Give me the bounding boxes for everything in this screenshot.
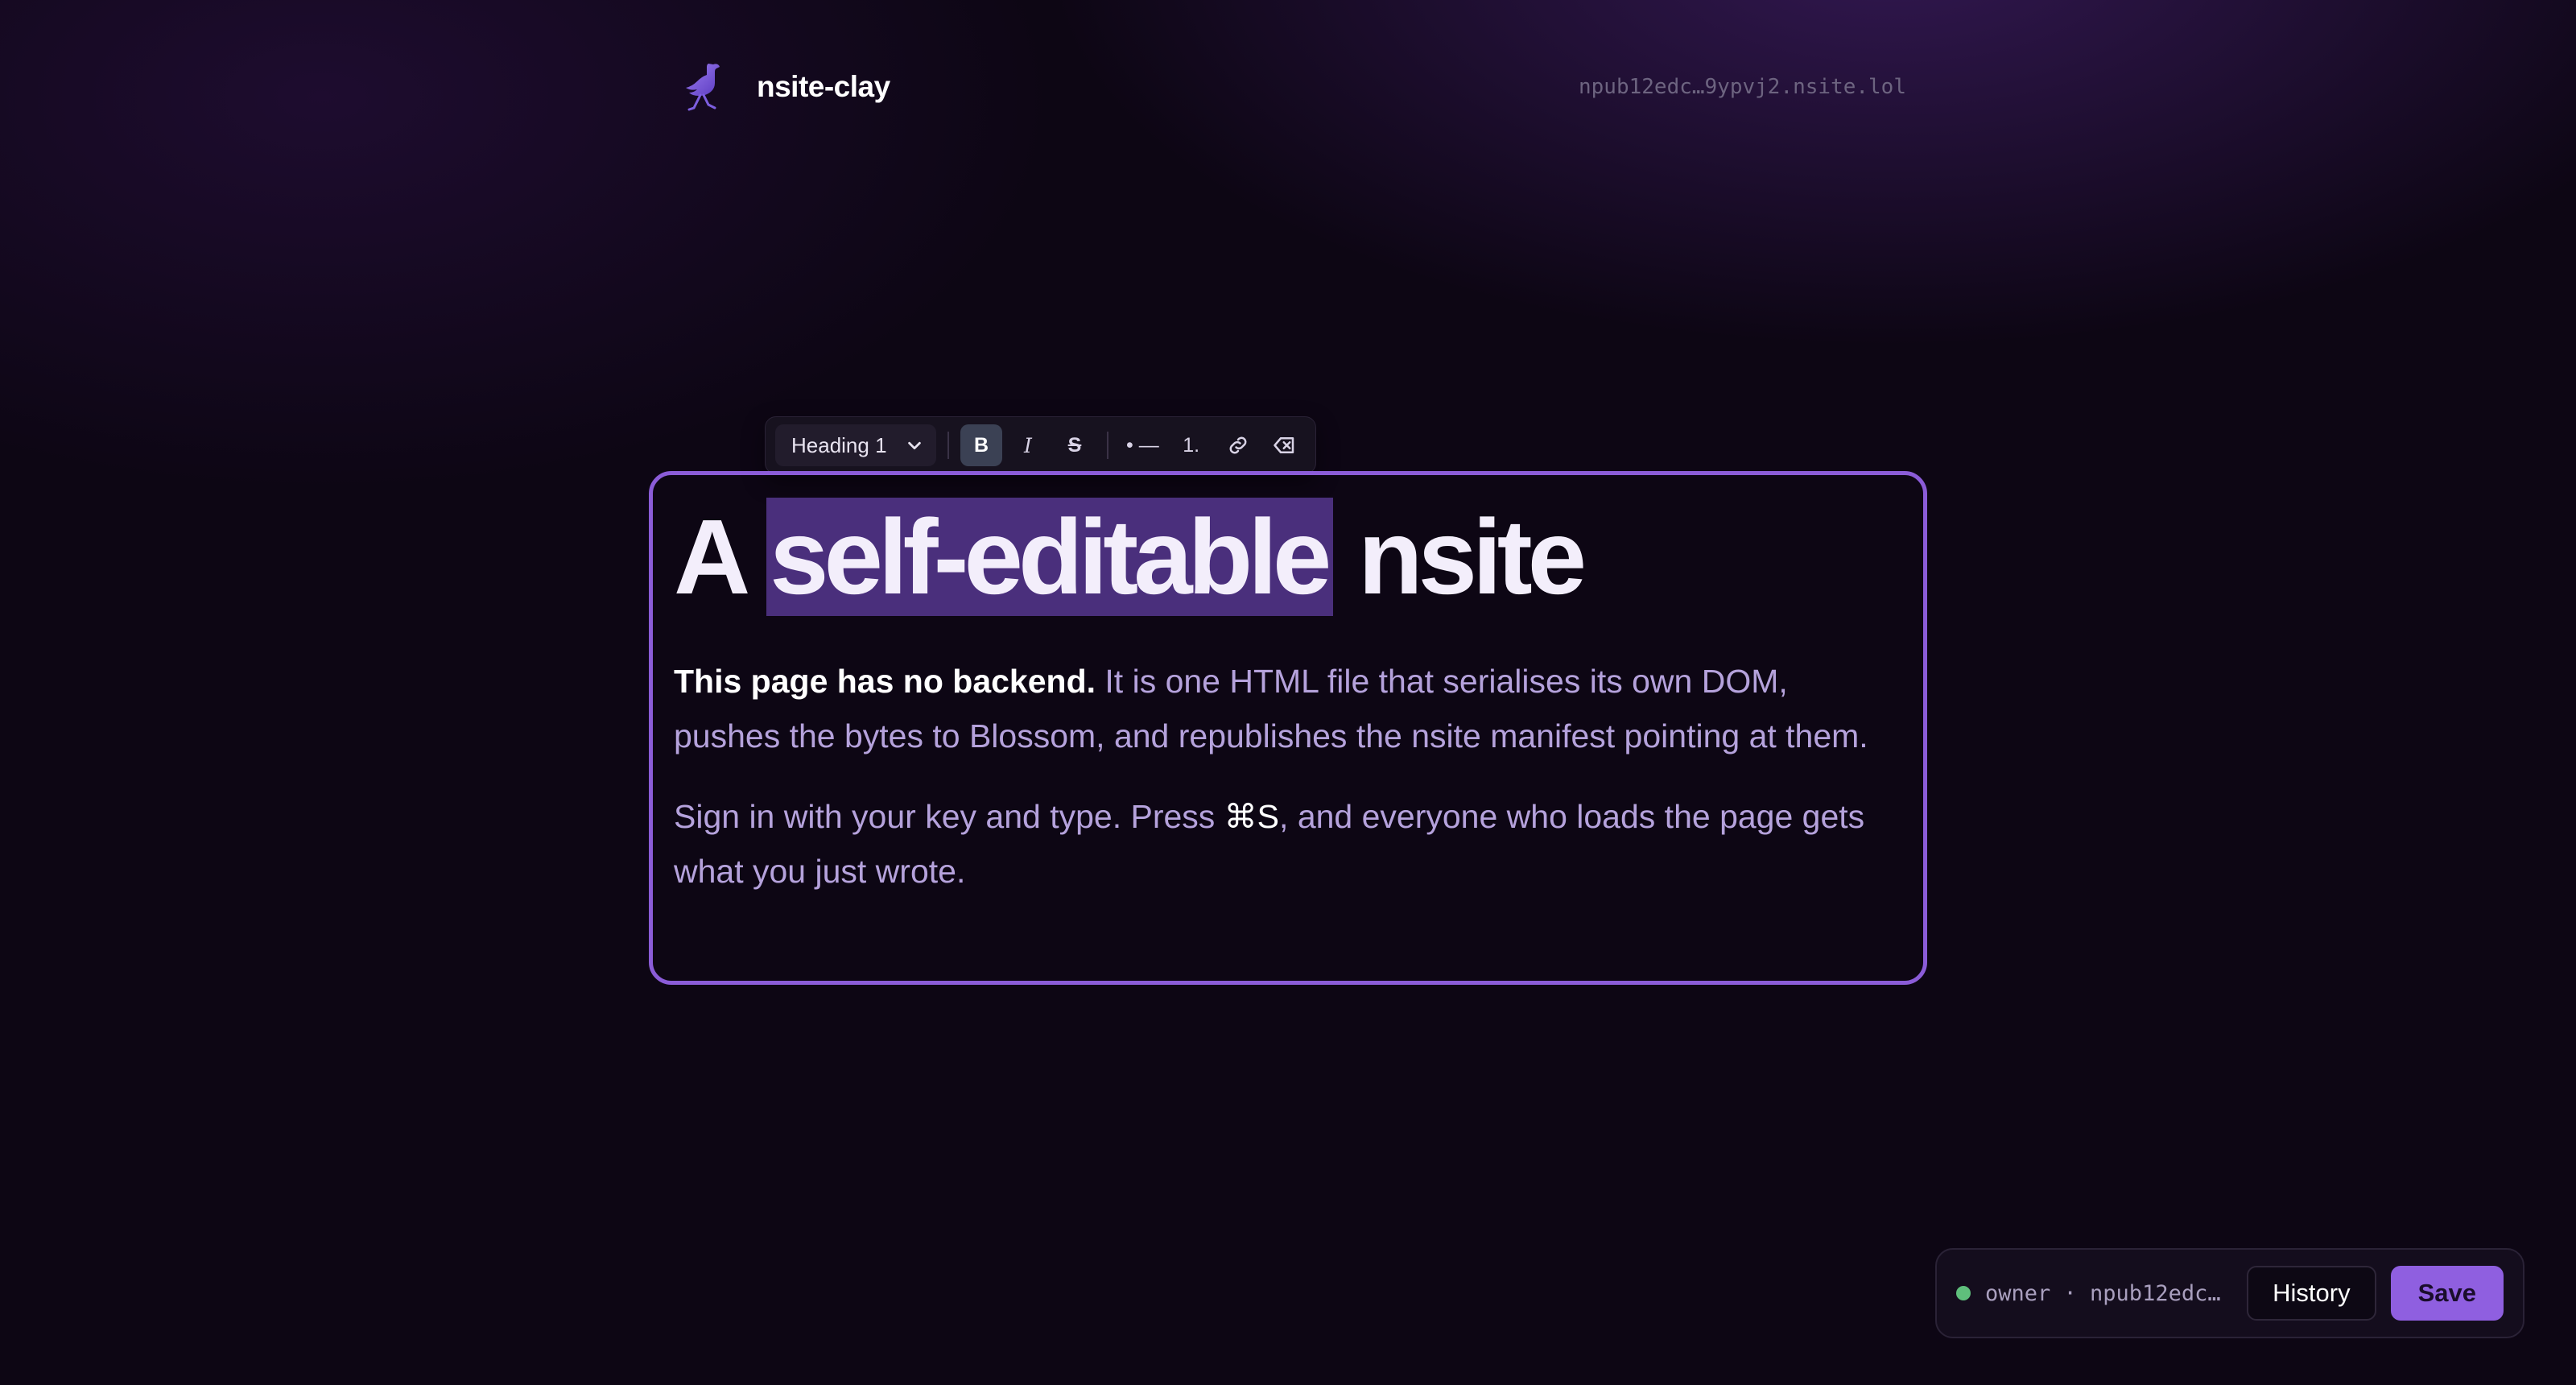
link-icon [1229,436,1247,454]
block-type-value: Heading 1 [791,432,887,457]
online-status-dot [1956,1286,1971,1300]
block-type-select[interactable]: Heading 1 [775,424,936,466]
title-suffix: nsite [1333,498,1587,616]
owner-identity: owner · npub12edc… [1985,1280,2221,1306]
format-toolbar: Heading 1 B I S • — 1. [765,416,1316,474]
clear-format-button[interactable] [1264,424,1306,466]
history-button[interactable]: History [2247,1266,2376,1321]
toolbar-divider [947,432,949,459]
bold-button[interactable]: B [960,424,1002,466]
brand[interactable]: nsite-clay [676,58,890,116]
strikethrough-button[interactable]: S [1054,424,1096,466]
ostrich-icon [686,64,720,111]
title-prefix: A [674,498,767,616]
page-title[interactable]: A self-editable nsite [674,488,1907,626]
brand-name: nsite-clay [757,70,890,103]
editor-status-bar: owner · npub12edc… History Save [1935,1248,2524,1338]
link-button[interactable] [1217,424,1259,466]
clear-format-icon [1273,437,1294,453]
chevron-down-icon [908,441,921,450]
ordered-list-button[interactable]: 1. [1170,424,1212,466]
bullet-list-button[interactable]: • — [1120,424,1166,466]
save-shortcut: ⌘S [1224,798,1280,835]
instructions-text-start: Sign in with your key and type. Press [674,798,1224,835]
selected-text[interactable]: self-editable [766,498,1334,616]
intro-paragraph[interactable]: This page has no backend. It is one HTML… [674,654,1897,763]
site-header: nsite-clay npub12edc…9ypvj2.nsite.lol [676,55,1908,119]
toolbar-divider [1107,432,1108,459]
nsite-address-link[interactable]: npub12edc…9ypvj2.nsite.lol [1579,75,1908,99]
intro-bold-text: This page has no backend. [674,663,1096,700]
editable-content[interactable]: A self-editable nsite This page has no b… [649,471,1927,985]
save-button[interactable]: Save [2390,1266,2504,1321]
italic-button[interactable]: I [1007,424,1049,466]
instructions-paragraph[interactable]: Sign in with your key and type. Press ⌘S… [674,789,1897,899]
